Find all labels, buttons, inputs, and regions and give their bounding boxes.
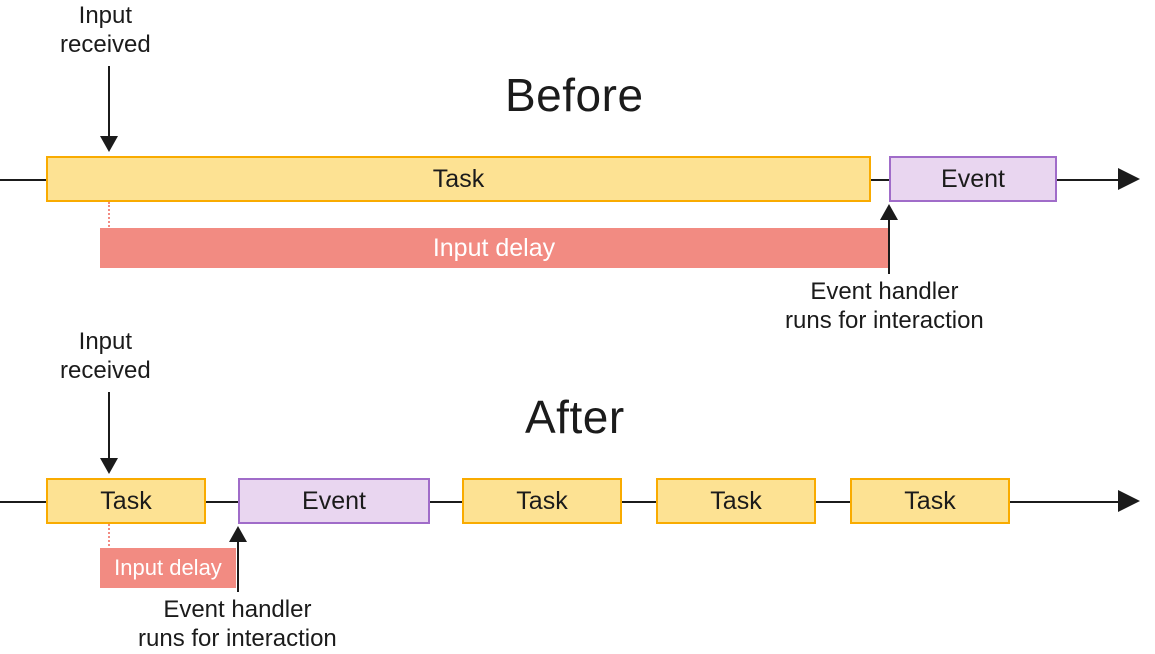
label-event-handler-before: Event handler runs for interaction — [785, 278, 984, 336]
timeline-before-arrowhead — [1118, 168, 1140, 190]
block-input-delay-after-label: Input delay — [114, 555, 222, 581]
block-task-before-label: Task — [433, 165, 484, 194]
diagram-canvas: Before Input received Task Event Input d… — [0, 0, 1155, 647]
block-task-after-3: Task — [656, 478, 816, 524]
block-event-before-label: Event — [941, 165, 1005, 194]
arrow-input-received-before — [108, 66, 110, 138]
block-event-after-label: Event — [302, 487, 366, 516]
arrow-event-handler-before — [888, 218, 890, 274]
block-task-after-4-label: Task — [904, 487, 955, 516]
arrow-input-received-after — [108, 392, 110, 460]
block-task-after-3-label: Task — [710, 487, 761, 516]
block-input-delay-before-label: Input delay — [433, 234, 555, 263]
block-task-after-4: Task — [850, 478, 1010, 524]
block-event-before: Event — [889, 156, 1057, 202]
arrow-event-handler-after — [237, 540, 239, 592]
dotted-connector-before — [108, 202, 110, 230]
block-task-before: Task — [46, 156, 871, 202]
block-task-after-1-label: Task — [100, 487, 151, 516]
block-input-delay-after: Input delay — [100, 548, 236, 588]
block-task-after-1: Task — [46, 478, 206, 524]
label-event-handler-after: Event handler runs for interaction — [138, 596, 337, 654]
timeline-after-arrowhead — [1118, 490, 1140, 512]
label-input-received-before: Input received — [60, 2, 151, 60]
block-task-after-2-label: Task — [516, 487, 567, 516]
dotted-connector-after — [108, 524, 110, 550]
block-task-after-2: Task — [462, 478, 622, 524]
label-input-received-after: Input received — [60, 328, 151, 386]
block-input-delay-before: Input delay — [100, 228, 888, 268]
title-before: Before — [505, 68, 644, 122]
block-event-after: Event — [238, 478, 430, 524]
title-after: After — [525, 390, 625, 444]
